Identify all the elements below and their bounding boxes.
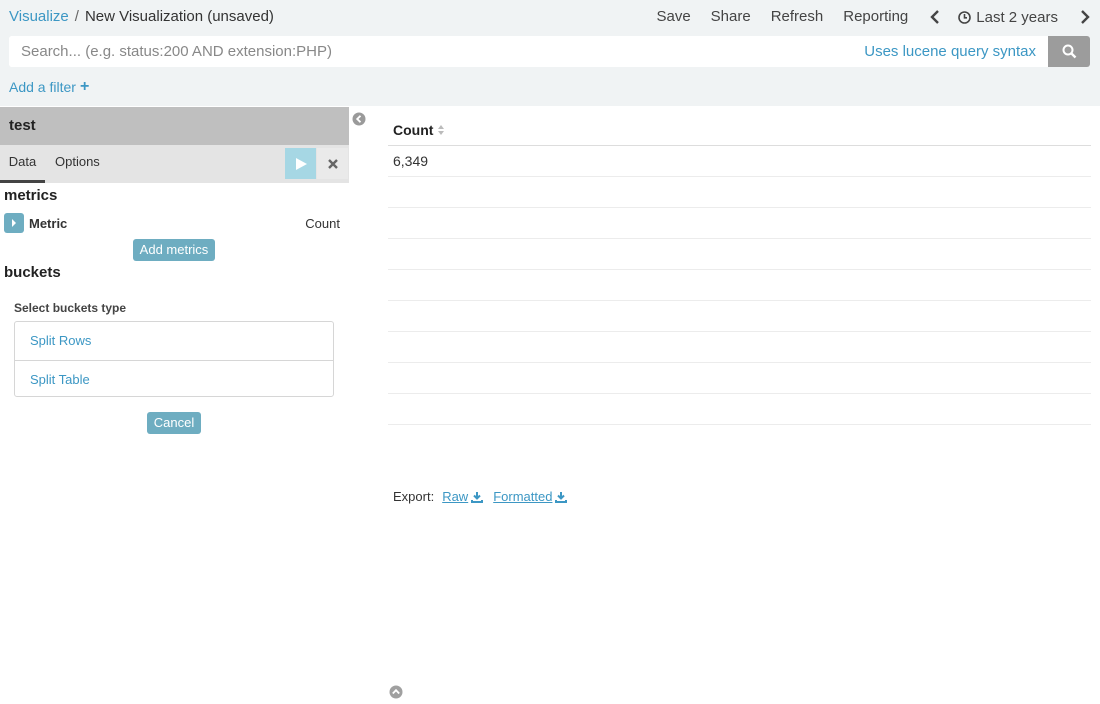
top-nav-bar: Visualize / New Visualization (unsaved) Sa… [0, 0, 1100, 106]
breadcrumb-separator: / [74, 8, 79, 25]
apply-changes-button[interactable] [285, 148, 316, 179]
chevron-right-icon[interactable] [1078, 6, 1092, 28]
clock-icon [958, 10, 972, 24]
table-row [388, 394, 1091, 425]
table-row: 6,349 [388, 146, 1091, 177]
table-row [388, 270, 1091, 301]
plus-icon: + [79, 78, 90, 95]
caret-right-icon [12, 219, 16, 227]
top-menu: Save Share Refresh Reporting Last 2 year… [636, 6, 1092, 28]
refresh-button[interactable]: Refresh [771, 6, 824, 28]
time-range-label: Last 2 years [976, 8, 1058, 26]
select-buckets-label: Select buckets type [14, 301, 127, 315]
metric-label: Metric [29, 215, 68, 231]
export-raw-label: Raw [442, 489, 469, 504]
search-input[interactable] [9, 36, 865, 67]
data-table: Count 6,349 [388, 115, 1091, 425]
table-row [388, 208, 1091, 239]
play-icon [295, 157, 307, 170]
breadcrumb-current: New Visualization (unsaved) [84, 8, 274, 25]
table-row [388, 239, 1091, 270]
sort-icon [438, 125, 445, 135]
add-metrics-button[interactable]: Add metrics [133, 239, 215, 261]
editor-sidebar: test Data Options metrics Metric Count A… [0, 107, 349, 704]
bucket-type-list: Split Rows Split Table [14, 321, 334, 397]
download-icon [555, 491, 568, 503]
tab-options[interactable]: Options [55, 145, 100, 183]
count-column-header[interactable]: Count [388, 115, 1091, 146]
export-formatted-link[interactable]: Formatted [493, 489, 568, 504]
metric-row: Metric Count [4, 213, 340, 233]
cancel-button[interactable]: Cancel [147, 412, 201, 434]
chevron-up-circle-icon[interactable] [389, 685, 403, 699]
buckets-heading: buckets [4, 264, 61, 281]
metrics-heading: metrics [4, 187, 58, 204]
search-icon [1062, 44, 1076, 59]
lucene-syntax-link[interactable]: Uses lucene query syntax [864, 36, 1048, 67]
table-row [388, 332, 1091, 363]
chevron-left-icon[interactable] [928, 6, 942, 28]
table-row [388, 177, 1091, 208]
tab-data[interactable]: Data [0, 145, 45, 183]
visualization-title: test [0, 107, 349, 145]
share-button[interactable]: Share [711, 6, 751, 28]
breadcrumb: Visualize / New Visualization (unsaved) [9, 8, 274, 26]
time-picker-button[interactable]: Last 2 years [958, 9, 1058, 26]
collapse-left-icon[interactable] [352, 112, 366, 126]
export-formatted-label: Formatted [493, 489, 553, 504]
export-raw-link[interactable]: Raw [442, 489, 484, 504]
reporting-button[interactable]: Reporting [843, 6, 908, 28]
search-bar: Uses lucene query syntax [9, 36, 1090, 67]
sidebar-tabs: Data Options [0, 145, 349, 183]
split-table-option[interactable]: Split Table [15, 360, 333, 398]
export-label: Export: [393, 489, 435, 504]
discard-changes-button[interactable] [317, 148, 348, 179]
breadcrumb-visualize-link[interactable]: Visualize [9, 8, 69, 25]
save-button[interactable]: Save [656, 6, 690, 28]
count-column-label: Count [393, 122, 434, 138]
table-row [388, 301, 1091, 332]
export-bar: Export: Raw Formatted [393, 489, 568, 504]
table-row [388, 363, 1091, 394]
close-icon [327, 158, 338, 169]
search-button[interactable] [1048, 36, 1090, 67]
add-filter-label: Add a filter [9, 79, 76, 95]
metric-value: Count [305, 215, 340, 231]
split-rows-option[interactable]: Split Rows [15, 322, 333, 360]
metric-expand-button[interactable] [4, 213, 24, 233]
download-icon [471, 491, 484, 503]
add-filter-link[interactable]: Add a filter + [9, 78, 90, 96]
